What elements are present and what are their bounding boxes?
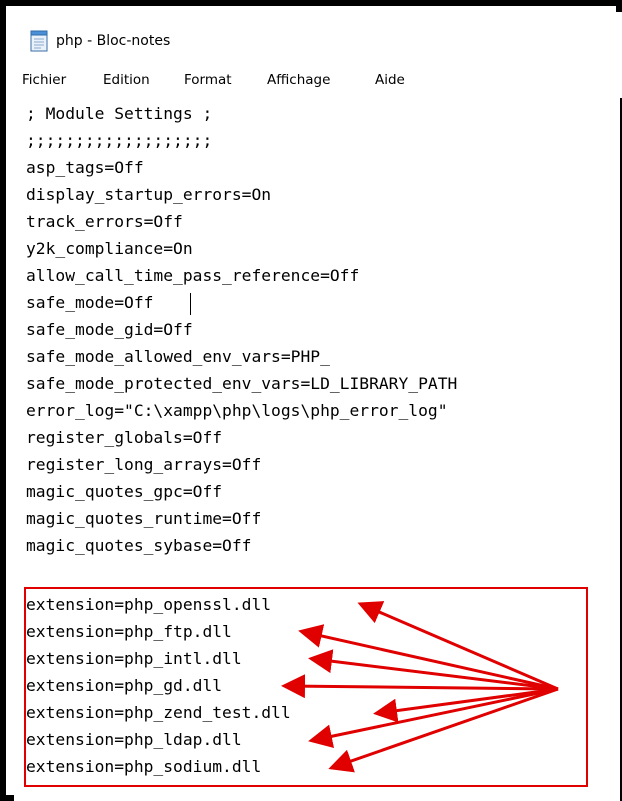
notepad-icon: [30, 30, 48, 52]
menu-fichier[interactable]: Fichier: [22, 72, 66, 88]
arrow-to-zend-test: [373, 687, 559, 723]
arrow-to-gd: [281, 674, 559, 699]
title-bar[interactable]: php - Bloc-notes: [12, 12, 622, 64]
notepad-window: php - Bloc-notes Fichier Edition Format …: [0, 0, 622, 801]
annotation-arrows: [281, 601, 559, 773]
menu-edition[interactable]: Edition: [103, 72, 150, 88]
text-editor[interactable]: ; Module Settings ; ;;;;;;;;;;;;;;;;;;; …: [14, 98, 620, 801]
window-title: php - Bloc-notes: [56, 33, 171, 49]
menu-aide[interactable]: Aide: [375, 72, 405, 88]
arrow-to-ftp: [298, 624, 559, 691]
menu-format[interactable]: Format: [184, 72, 232, 88]
menu-bar: Fichier Edition Format Affichage Aide: [12, 64, 622, 98]
menu-affichage[interactable]: Affichage: [267, 72, 330, 88]
